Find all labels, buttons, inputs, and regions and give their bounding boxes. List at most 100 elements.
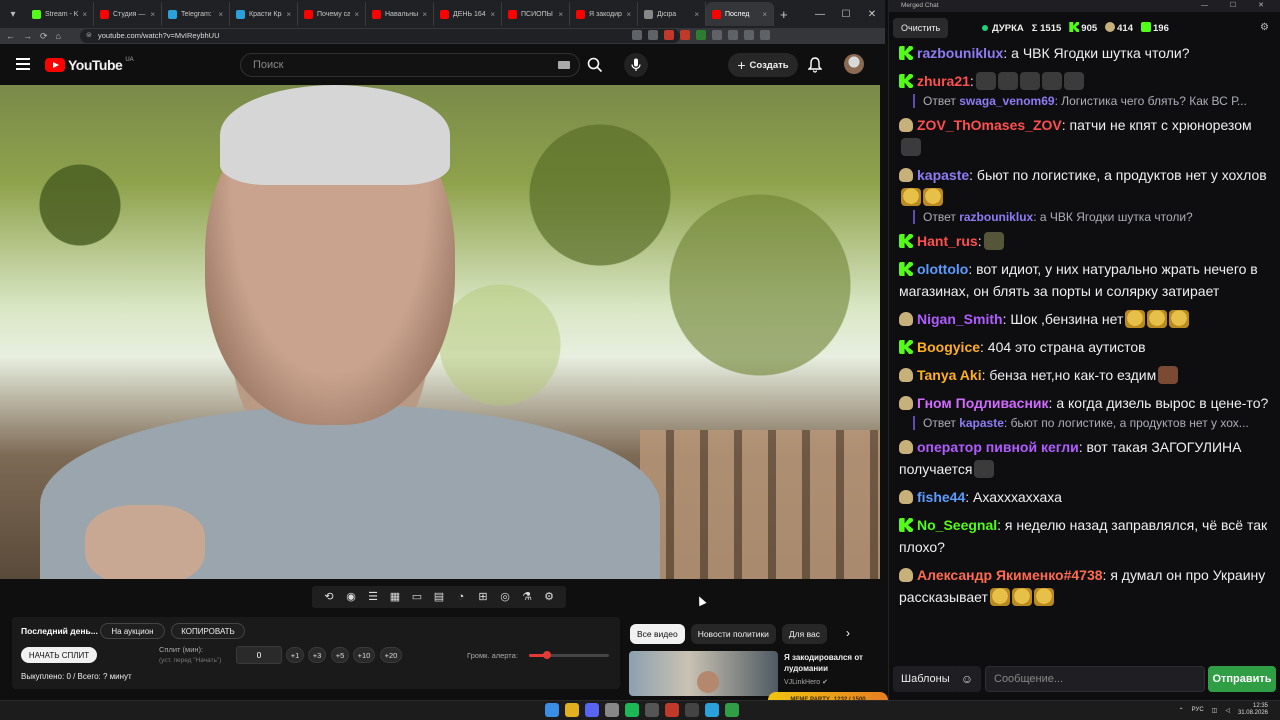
recommended-video-channel[interactable]: VJLinkHero ✔ bbox=[784, 678, 828, 686]
tray-chevron-icon[interactable]: ⌃ bbox=[1179, 707, 1184, 714]
back-icon[interactable]: ← bbox=[6, 31, 15, 41]
emoji-picker-icon[interactable]: ☺ bbox=[953, 666, 981, 692]
increment-button[interactable]: +20 bbox=[380, 647, 402, 663]
chat-username[interactable]: Гном Подливасник bbox=[917, 395, 1049, 411]
audio-icon[interactable]: ◉ bbox=[345, 591, 358, 604]
extension-icon[interactable] bbox=[712, 30, 722, 40]
filter-chip[interactable]: Новости политики bbox=[690, 624, 776, 644]
tab-close-icon[interactable]: × bbox=[82, 10, 87, 19]
browser-tab[interactable]: Я закодиро × bbox=[570, 2, 638, 26]
tab-close-icon[interactable]: × bbox=[286, 10, 291, 19]
create-button[interactable]: + Создать bbox=[728, 53, 798, 77]
hamburger-menu-icon[interactable] bbox=[16, 58, 30, 70]
increment-button[interactable]: +3 bbox=[308, 647, 326, 663]
browser-tab[interactable]: Студия — Y × bbox=[94, 2, 162, 26]
network-icon[interactable]: ◫ bbox=[1212, 707, 1218, 714]
notifications-button[interactable] bbox=[807, 57, 823, 78]
volume-icon[interactable]: ◁ bbox=[1225, 707, 1230, 714]
browser-tab[interactable]: Почему сан × bbox=[298, 2, 366, 26]
chat-window-controls[interactable]: — ☐ ✕ bbox=[1201, 0, 1274, 12]
increment-button[interactable]: +10 bbox=[353, 647, 375, 663]
playlist-icon[interactable]: ☰ bbox=[367, 591, 380, 604]
extension-icon[interactable] bbox=[664, 30, 674, 40]
clapper-icon[interactable]: ▦ bbox=[389, 591, 402, 604]
cinema-icon[interactable]: ▤ bbox=[433, 591, 446, 604]
clear-chat-button[interactable]: Очистить bbox=[893, 18, 949, 38]
forward-icon[interactable]: → bbox=[23, 31, 32, 41]
search-button[interactable] bbox=[582, 53, 608, 77]
close-icon[interactable]: ✕ bbox=[859, 9, 885, 20]
youtube-logo[interactable]: YouTube UA bbox=[45, 57, 134, 73]
screenshot-icon[interactable]: ◎ bbox=[499, 591, 512, 604]
menu-icon[interactable] bbox=[760, 30, 770, 40]
video-player[interactable] bbox=[0, 85, 880, 579]
extension-icon[interactable] bbox=[632, 30, 642, 40]
copy-button[interactable]: КОПИРОВАТЬ bbox=[171, 623, 245, 639]
tab-close-icon[interactable]: × bbox=[626, 10, 631, 19]
chat-username[interactable]: olottolo bbox=[917, 261, 968, 277]
tab-close-icon[interactable]: × bbox=[354, 10, 359, 19]
app-icon[interactable] bbox=[605, 703, 619, 717]
chat-username[interactable]: Hant_rus bbox=[917, 233, 978, 249]
minimize-icon[interactable]: — bbox=[807, 9, 833, 20]
browser-tab[interactable]: Stream - Ki × bbox=[26, 2, 94, 26]
tab-close-icon[interactable]: × bbox=[150, 10, 155, 19]
templates-button[interactable]: Шаблоны bbox=[893, 666, 958, 692]
tab-close-icon[interactable]: × bbox=[762, 10, 767, 19]
reply-preview[interactable]: Ответ swaga_venom69: Логистика чего блят… bbox=[913, 94, 1271, 108]
maximize-icon[interactable]: ☐ bbox=[833, 9, 859, 20]
chat-username[interactable]: Boogyice bbox=[917, 339, 980, 355]
language-indicator[interactable]: РУС bbox=[1192, 707, 1204, 713]
loop-icon[interactable]: ⟲ bbox=[323, 591, 336, 604]
telegram-icon[interactable] bbox=[705, 703, 719, 717]
download-icon[interactable] bbox=[728, 30, 738, 40]
steam-icon[interactable] bbox=[645, 703, 659, 717]
extension-icon[interactable] bbox=[680, 30, 690, 40]
filter-chip[interactable]: Для вас bbox=[781, 624, 827, 644]
frame-icon[interactable]: ▭ bbox=[411, 591, 424, 604]
reload-icon[interactable]: ⟳ bbox=[40, 31, 48, 42]
start-icon[interactable] bbox=[545, 703, 559, 717]
to-auction-button[interactable]: На аукцион bbox=[100, 623, 165, 639]
tab-close-icon[interactable]: × bbox=[422, 10, 427, 19]
extension-icon[interactable] bbox=[648, 30, 658, 40]
flask-icon[interactable]: ⚗ bbox=[521, 591, 534, 604]
app-icon[interactable] bbox=[685, 703, 699, 717]
chat-settings-icon[interactable]: ⚙ bbox=[1260, 22, 1269, 33]
browser-tab[interactable]: Telegram: V × bbox=[162, 2, 230, 26]
start-split-button[interactable]: НАЧАТЬ СПЛИТ bbox=[21, 647, 97, 663]
reply-preview[interactable]: Ответ razbouniklux: а ЧВК Ягодки шутка ч… bbox=[913, 210, 1271, 224]
browser-tab[interactable]: Послед × bbox=[706, 2, 774, 26]
home-icon[interactable]: ⌂ bbox=[56, 31, 61, 41]
chat-username[interactable]: razbouniklux bbox=[917, 45, 1003, 61]
chat-username[interactable]: No_Seegnal bbox=[917, 517, 997, 533]
message-input[interactable] bbox=[985, 666, 1205, 692]
send-button[interactable]: Отправить bbox=[1208, 666, 1276, 692]
obs-icon[interactable] bbox=[665, 703, 679, 717]
chat-username[interactable]: Nigan_Smith bbox=[917, 311, 1003, 327]
tab-close-icon[interactable]: × bbox=[490, 10, 495, 19]
keyboard-icon[interactable] bbox=[558, 61, 570, 69]
chat-username[interactable]: kapaste bbox=[917, 167, 969, 183]
site-info-icon[interactable]: ⊜ bbox=[86, 29, 92, 43]
increment-button[interactable]: +5 bbox=[331, 647, 349, 663]
profile-icon[interactable] bbox=[744, 30, 754, 40]
extension-icon[interactable] bbox=[696, 30, 706, 40]
alert-volume-slider[interactable] bbox=[529, 651, 609, 659]
browser-tab[interactable]: Дісіра × bbox=[638, 2, 706, 26]
add-icon[interactable]: ⊞ bbox=[477, 591, 490, 604]
chrome-icon[interactable] bbox=[565, 703, 579, 717]
account-avatar[interactable] bbox=[844, 54, 864, 74]
speed-icon[interactable]: ◔ bbox=[455, 591, 468, 604]
tab-close-icon[interactable]: × bbox=[218, 10, 223, 19]
chat-username[interactable]: fishe44 bbox=[917, 489, 965, 505]
browser-tab[interactable]: Красти Краб × bbox=[230, 2, 298, 26]
recommended-video-title[interactable]: Я закодировался от лудомании bbox=[784, 652, 876, 674]
merged-chat-icon[interactable] bbox=[725, 703, 739, 717]
chat-username[interactable]: Александр Якименко#4738 bbox=[917, 567, 1103, 583]
tab-search-icon[interactable]: ▾ bbox=[4, 5, 22, 23]
tab-close-icon[interactable]: × bbox=[558, 10, 563, 19]
browser-tab[interactable]: Навальный × bbox=[366, 2, 434, 26]
voice-search-button[interactable] bbox=[624, 53, 648, 77]
split-minutes-input[interactable] bbox=[236, 646, 282, 664]
